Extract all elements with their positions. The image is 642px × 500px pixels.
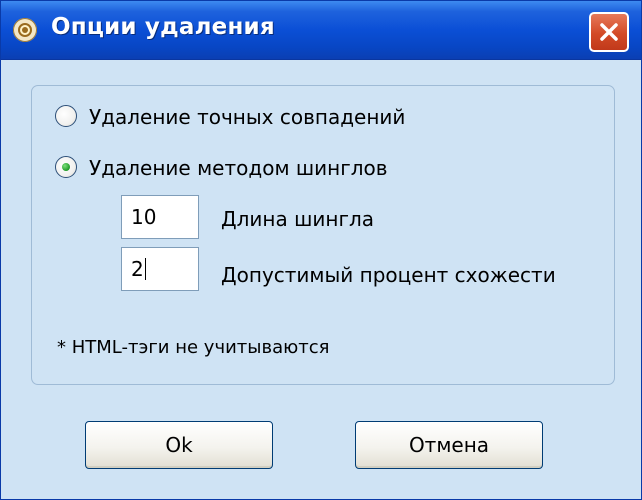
exact-match-label[interactable]: Удаление точных совпадений (89, 105, 405, 129)
options-dialog: Опции удаления Удаление точных совпадени… (0, 0, 642, 500)
shingle-length-label: Длина шингла (221, 207, 375, 231)
close-x-icon (600, 23, 618, 41)
ok-button[interactable]: Ok (85, 421, 273, 469)
window-title: Опции удаления (51, 14, 275, 40)
shingles-label[interactable]: Удаление методом шинглов (89, 156, 388, 180)
exact-match-radio[interactable] (55, 105, 77, 127)
cancel-button[interactable]: Отмена (355, 421, 543, 469)
app-target-icon (13, 18, 37, 42)
similarity-percent-input[interactable]: 2 (121, 247, 199, 291)
shingles-radio[interactable] (55, 156, 77, 178)
app-icon-center (22, 27, 28, 33)
title-bar[interactable]: Опции удаления (1, 1, 641, 60)
shingle-length-value: 10 (131, 205, 157, 229)
text-caret (144, 258, 146, 280)
radio-selected-dot (62, 163, 70, 171)
close-button[interactable] (589, 12, 629, 52)
similarity-percent-value: 2 (131, 257, 144, 281)
similarity-percent-label: Допустимый процент схожести (221, 263, 556, 287)
html-tags-note: * HTML-тэги не учитываются (57, 337, 330, 358)
shingle-length-input[interactable]: 10 (121, 195, 199, 239)
